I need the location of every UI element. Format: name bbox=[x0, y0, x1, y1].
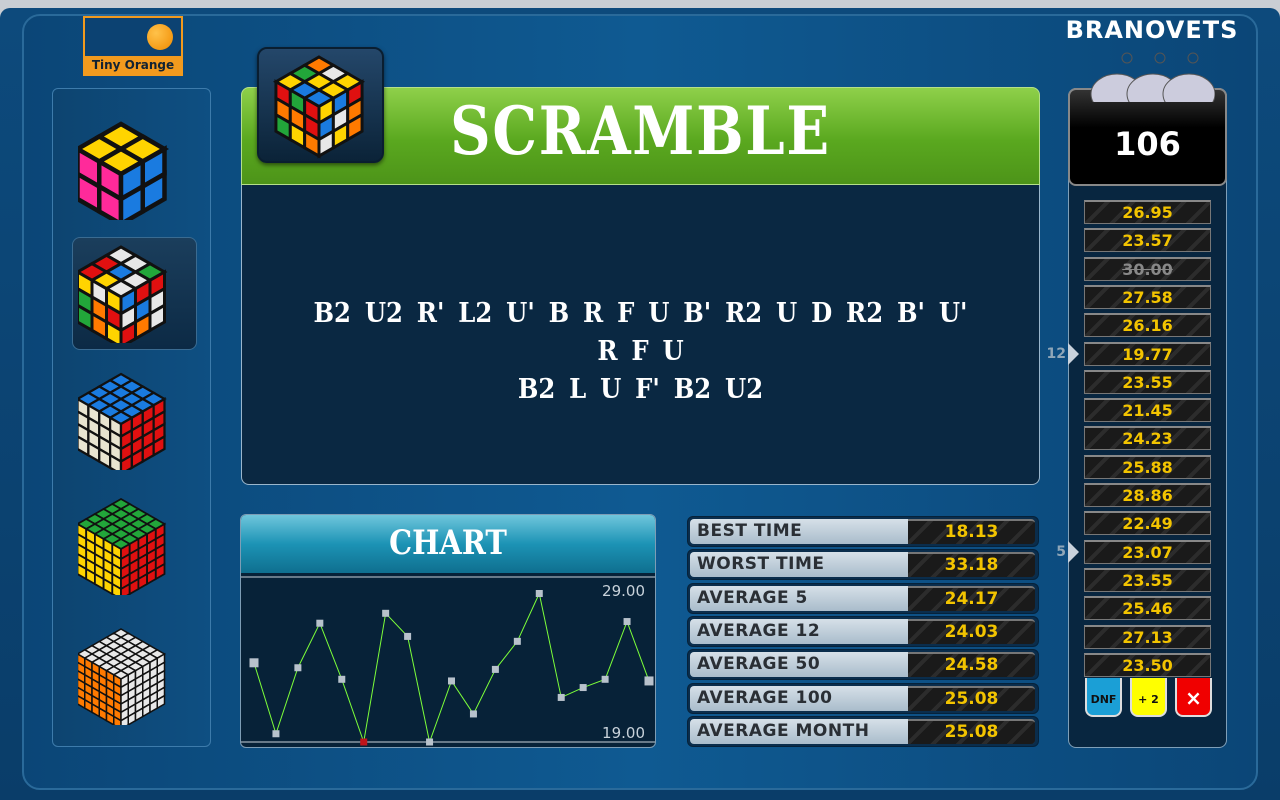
current-puzzle-icon bbox=[257, 47, 384, 163]
marker-arrow-icon bbox=[1068, 540, 1079, 563]
time-row[interactable]: 27.13 bbox=[1084, 624, 1211, 649]
chart-plot: 29.00 19.00 bbox=[241, 576, 655, 746]
stat-row: AVERAGE 50 24.58 bbox=[688, 650, 1038, 680]
stat-row: AVERAGE 100 25.08 bbox=[688, 683, 1038, 713]
stat-label: BEST TIME bbox=[690, 519, 908, 544]
chart-panel: CHART 29.00 19.00 bbox=[240, 514, 656, 748]
chart-point bbox=[316, 619, 324, 627]
time-row[interactable]: 30.00 bbox=[1084, 256, 1211, 281]
chart-point bbox=[382, 609, 390, 617]
chart-point bbox=[579, 684, 587, 692]
chart-point bbox=[535, 590, 543, 597]
stat-label: AVERAGE 100 bbox=[690, 685, 908, 711]
stat-row: BEST TIME 18.13 bbox=[688, 517, 1038, 546]
chart-series-line bbox=[253, 591, 650, 744]
dnf-button[interactable]: DNF bbox=[1085, 678, 1122, 717]
time-row[interactable]: 26.16 bbox=[1084, 313, 1211, 338]
stat-value: 18.13 bbox=[908, 519, 1035, 544]
chart-point bbox=[491, 665, 499, 673]
chart-point bbox=[601, 675, 609, 683]
puzzle-5x5-icon[interactable] bbox=[78, 495, 188, 595]
stopwatches-icon bbox=[1090, 52, 1215, 102]
chart-point bbox=[513, 637, 521, 645]
stat-label: WORST TIME bbox=[690, 552, 908, 578]
stat-value: 25.08 bbox=[908, 685, 1035, 711]
tiny-orange-logo: Tiny Orange bbox=[83, 16, 183, 76]
time-row[interactable]: 25.88 bbox=[1084, 454, 1211, 479]
stat-label: AVERAGE 5 bbox=[690, 585, 908, 611]
solve-counter: 106 bbox=[1068, 88, 1227, 186]
time-row[interactable]: 23.50 bbox=[1084, 652, 1211, 677]
chart-point bbox=[623, 618, 631, 626]
stat-label: AVERAGE MONTH bbox=[690, 718, 908, 744]
stat-value: 24.58 bbox=[908, 652, 1035, 678]
time-row[interactable]: 19.77 bbox=[1084, 341, 1211, 366]
chart-min-label: 19.00 bbox=[602, 724, 645, 742]
chart-point bbox=[249, 658, 259, 668]
time-row[interactable]: 25.46 bbox=[1084, 596, 1211, 621]
stat-label: AVERAGE 50 bbox=[690, 652, 908, 678]
logo-text: Tiny Orange bbox=[85, 56, 181, 74]
chart-point bbox=[360, 738, 368, 746]
stat-row: AVERAGE 5 24.17 bbox=[688, 583, 1038, 613]
stat-value: 24.17 bbox=[908, 585, 1035, 611]
time-row[interactable]: 23.55 bbox=[1084, 567, 1211, 592]
scramble-title: SCRAMBLE bbox=[450, 92, 831, 170]
puzzle-2x2-icon[interactable] bbox=[78, 120, 188, 220]
marker-arrow-icon bbox=[1068, 342, 1079, 365]
chart-point bbox=[426, 738, 434, 746]
time-row[interactable]: 23.57 bbox=[1084, 228, 1211, 253]
delete-time-button[interactable]: × bbox=[1175, 678, 1212, 717]
stat-label: AVERAGE 12 bbox=[690, 618, 908, 644]
stat-row: AVERAGE 12 24.03 bbox=[688, 616, 1038, 646]
chart-point bbox=[404, 632, 412, 640]
plus-two-button[interactable]: + 2 bbox=[1130, 678, 1167, 717]
stat-value: 24.03 bbox=[908, 618, 1035, 644]
branovets-logo: BRANOVETS bbox=[1065, 16, 1239, 44]
stat-row: AVERAGE MONTH 25.08 bbox=[688, 716, 1038, 746]
time-row[interactable]: 21.45 bbox=[1084, 398, 1211, 423]
time-row[interactable]: 24.23 bbox=[1084, 426, 1211, 451]
stat-value: 33.18 bbox=[908, 552, 1035, 578]
time-row[interactable]: 22.49 bbox=[1084, 511, 1211, 536]
chart-point bbox=[294, 664, 302, 672]
chart-point bbox=[448, 677, 455, 685]
chart-point bbox=[644, 676, 654, 686]
chart-point bbox=[272, 730, 280, 738]
time-row[interactable]: 26.95 bbox=[1084, 200, 1211, 224]
time-row[interactable]: 27.58 bbox=[1084, 284, 1211, 309]
time-row[interactable]: 23.55 bbox=[1084, 369, 1211, 394]
orange-icon bbox=[147, 24, 173, 50]
chart-max-label: 29.00 bbox=[602, 582, 645, 600]
stat-row: WORST TIME 33.18 bbox=[688, 550, 1038, 580]
puzzle-6x6-icon[interactable] bbox=[78, 625, 188, 725]
time-row[interactable]: 28.86 bbox=[1084, 483, 1211, 507]
puzzle-3x3-icon[interactable] bbox=[78, 243, 188, 343]
chart-point bbox=[338, 675, 346, 683]
stat-value: 25.08 bbox=[908, 718, 1035, 744]
puzzle-4x4-icon[interactable] bbox=[78, 370, 188, 470]
chart-point bbox=[557, 693, 565, 701]
chart-point bbox=[469, 710, 477, 718]
scramble-panel[interactable]: B2 U2 R' L2 U' B R F U B' R2 U D R2 B' U… bbox=[241, 185, 1040, 485]
time-row[interactable]: 23.07 bbox=[1084, 539, 1211, 564]
scramble-text: B2 U2 R' L2 U' B R F U B' R2 U D R2 B' U… bbox=[313, 298, 968, 405]
